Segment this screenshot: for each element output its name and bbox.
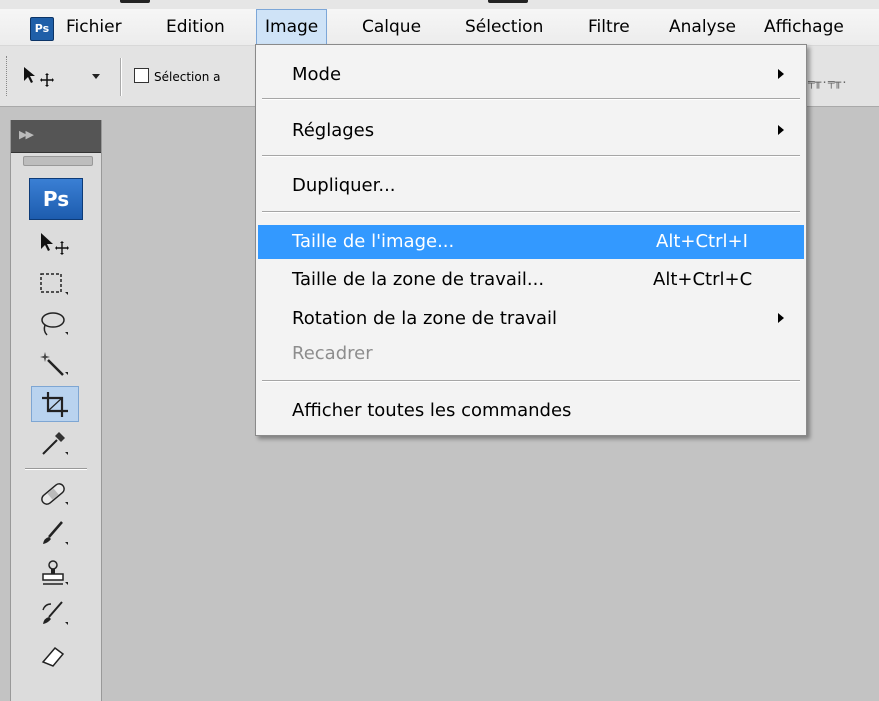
tool-preset-picker[interactable] (20, 64, 110, 90)
chevron-down-icon (92, 74, 100, 79)
photoshop-app-icon[interactable]: Ps (30, 17, 54, 41)
menu-item-label: Mode (292, 64, 342, 85)
menu-bar: Ps Fichier Edition Image Calque Sélectio… (0, 9, 879, 46)
submenu-arrow-icon (778, 313, 784, 323)
brush-tool[interactable] (31, 516, 79, 552)
menu-item-taille-zone-travail[interactable]: Taille de la zone de travail... Alt+Ctrl… (258, 263, 804, 297)
menu-item-label: Rotation de la zone de travail (292, 308, 558, 329)
crop-icon (42, 392, 68, 417)
menu-filtre[interactable]: Filtre (580, 9, 638, 45)
eyedropper-icon (42, 432, 68, 455)
healing-brush-tool[interactable] (31, 476, 79, 512)
separator (262, 380, 800, 381)
auto-select-checkbox[interactable]: Sélection a (134, 68, 220, 86)
menu-item-dupliquer[interactable]: Dupliquer... (258, 169, 804, 203)
magic-wand-icon (40, 352, 68, 376)
menu-item-shortcut: Alt+Ctrl+I (656, 231, 748, 252)
double-chevron-right-icon[interactable]: ▶▶ (19, 128, 34, 141)
menu-fichier[interactable]: Fichier (58, 9, 130, 45)
separator (262, 155, 800, 156)
panel-grip[interactable] (23, 156, 93, 166)
menu-item-recadrer: Recadrer (258, 337, 804, 371)
menu-item-taille-image[interactable]: Taille de l'image... Alt+Ctrl+I (258, 225, 804, 259)
history-brush-tool[interactable] (31, 596, 79, 632)
auto-select-label: Sélection a (154, 70, 221, 84)
ps-badge[interactable]: Ps (29, 178, 83, 220)
bandage-icon (41, 483, 68, 505)
menu-item-label: Afficher toutes les commandes (292, 400, 572, 421)
lasso-tool[interactable] (31, 306, 79, 342)
marquee-tool[interactable] (31, 266, 79, 302)
move-tool[interactable] (31, 226, 79, 262)
submenu-arrow-icon (778, 69, 784, 79)
menu-calque[interactable]: Calque (354, 9, 429, 45)
checkbox-box[interactable] (134, 68, 149, 83)
move-tool-icon (24, 67, 54, 87)
options-bar-grip[interactable] (6, 56, 10, 96)
menu-analyse[interactable]: Analyse (661, 9, 744, 45)
menu-item-reglages[interactable]: Réglages (258, 114, 804, 148)
separator (262, 98, 800, 99)
separator (25, 468, 87, 469)
magic-wand-tool[interactable] (31, 346, 79, 382)
menu-item-label: Taille de l'image... (292, 231, 455, 252)
menu-image[interactable]: Image (256, 9, 328, 45)
lasso-icon (41, 312, 68, 336)
menu-item-mode[interactable]: Mode (258, 58, 804, 92)
image-menu-dropdown: Mode Réglages Dupliquer... Taille de l'i… (255, 44, 807, 436)
separator (120, 58, 121, 96)
eyedropper-tool[interactable] (31, 426, 79, 462)
menu-item-afficher-commandes[interactable]: Afficher toutes les commandes (258, 394, 804, 428)
menu-selection[interactable]: Sélection (457, 9, 551, 45)
title-fragment (488, 0, 528, 3)
crop-tool[interactable] (31, 386, 79, 422)
menu-affichage[interactable]: Affichage (756, 9, 852, 45)
title-bar (0, 0, 879, 9)
eraser-icon (41, 646, 65, 667)
panel-header[interactable]: ▶▶ (11, 120, 101, 153)
menu-item-rotation-zone-travail[interactable]: Rotation de la zone de travail (258, 302, 804, 336)
stamp-icon (42, 560, 68, 585)
move-tool-icon (41, 233, 69, 255)
menu-edition[interactable]: Edition (158, 9, 233, 45)
menu-item-shortcut: Alt+Ctrl+C (653, 269, 753, 290)
title-fragment (120, 0, 150, 3)
menu-item-label: Recadrer (292, 343, 373, 364)
menu-item-label: Réglages (292, 120, 375, 141)
menu-item-label: Taille de la zone de travail... (292, 269, 545, 290)
brush-icon (43, 521, 68, 545)
clone-stamp-tool[interactable] (31, 556, 79, 592)
eraser-tool[interactable] (31, 636, 79, 672)
tools-panel: ▶▶ Ps (10, 120, 102, 701)
history-brush-icon (42, 601, 68, 625)
separator (262, 211, 800, 212)
align-icons[interactable]: ╤╥·╤╥· (808, 76, 848, 89)
menu-item-label: Dupliquer... (292, 175, 396, 196)
submenu-arrow-icon (778, 125, 784, 135)
marquee-icon (40, 273, 68, 295)
